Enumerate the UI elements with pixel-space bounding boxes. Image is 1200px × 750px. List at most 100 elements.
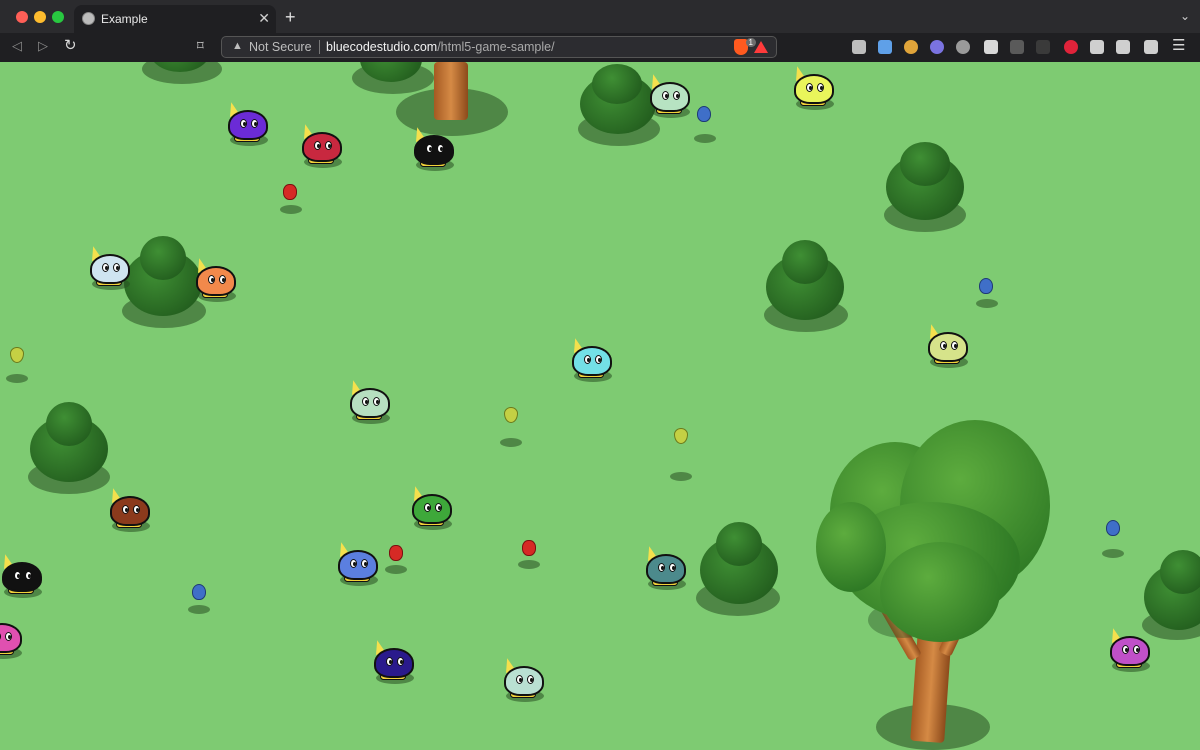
creature-eye bbox=[673, 91, 680, 100]
chevron-down-icon[interactable]: ⌄ bbox=[1180, 9, 1190, 23]
creature[interactable] bbox=[570, 336, 616, 382]
creature[interactable] bbox=[88, 244, 134, 290]
creature[interactable] bbox=[644, 544, 690, 590]
plum[interactable] bbox=[979, 278, 993, 294]
creature-eye bbox=[102, 263, 109, 272]
creature-eye bbox=[940, 341, 947, 350]
browser-tab[interactable]: Example ✕ bbox=[74, 5, 276, 33]
back-icon[interactable]: ◁ bbox=[12, 38, 22, 54]
creature-body bbox=[794, 74, 834, 104]
creature-body bbox=[302, 132, 342, 162]
pear[interactable] bbox=[504, 407, 518, 423]
security-label: Not Secure bbox=[249, 40, 312, 54]
extension-icon[interactable] bbox=[984, 40, 998, 54]
maximize-window-button[interactable] bbox=[52, 11, 64, 23]
reload-icon[interactable]: ↻ bbox=[64, 36, 77, 54]
apple[interactable] bbox=[522, 540, 536, 556]
creature[interactable] bbox=[348, 378, 394, 424]
creature[interactable] bbox=[792, 64, 838, 110]
pear[interactable] bbox=[10, 347, 24, 363]
plum[interactable] bbox=[192, 584, 206, 600]
game-canvas[interactable] bbox=[0, 62, 1200, 750]
creature-body bbox=[228, 110, 268, 140]
creature-eye bbox=[25, 571, 32, 580]
creature-eye bbox=[424, 503, 431, 512]
creature-eye bbox=[219, 275, 226, 284]
fruit-shadow bbox=[280, 205, 302, 214]
creature-body bbox=[650, 82, 690, 112]
creature-eye bbox=[426, 144, 433, 153]
creature-body bbox=[2, 562, 42, 592]
wallet-icon[interactable] bbox=[1144, 40, 1158, 54]
creature-eye bbox=[14, 571, 21, 580]
plum[interactable] bbox=[697, 106, 711, 122]
plum[interactable] bbox=[1106, 520, 1120, 536]
creature-body bbox=[350, 388, 390, 418]
creature-body bbox=[412, 494, 452, 524]
extension-icon[interactable] bbox=[956, 40, 970, 54]
fruit-shadow bbox=[670, 472, 692, 481]
creature-eye bbox=[373, 397, 380, 406]
creature-eye bbox=[122, 505, 129, 514]
creature[interactable] bbox=[226, 100, 272, 146]
creature-body bbox=[414, 135, 454, 165]
menu-icon[interactable]: ☰ bbox=[1172, 36, 1185, 54]
close-window-button[interactable] bbox=[16, 11, 28, 23]
creature-eye bbox=[5, 632, 12, 641]
url-separator bbox=[319, 40, 320, 54]
creature[interactable] bbox=[194, 256, 240, 302]
extension-icon[interactable] bbox=[878, 40, 892, 54]
new-tab-button[interactable]: + bbox=[285, 7, 296, 28]
apple[interactable] bbox=[389, 545, 403, 561]
creature[interactable] bbox=[0, 552, 46, 598]
creature[interactable] bbox=[336, 540, 382, 586]
creature[interactable] bbox=[648, 72, 694, 118]
fruit-shadow bbox=[518, 560, 540, 569]
apple[interactable] bbox=[283, 184, 297, 200]
playlist-icon[interactable] bbox=[1116, 40, 1130, 54]
creature-eye bbox=[658, 563, 665, 572]
creature-body bbox=[374, 648, 414, 678]
creature[interactable] bbox=[502, 656, 548, 702]
forward-icon[interactable]: ▷ bbox=[38, 38, 48, 54]
creature-eye bbox=[133, 505, 140, 514]
creature-body bbox=[196, 266, 236, 296]
extension-icon[interactable] bbox=[1036, 40, 1050, 54]
extension-icon[interactable] bbox=[930, 40, 944, 54]
fruit-shadow bbox=[1102, 549, 1124, 558]
creature-body bbox=[90, 254, 130, 284]
bookmark-icon[interactable]: ⌑ bbox=[197, 38, 204, 54]
creature[interactable] bbox=[108, 486, 154, 532]
creature-eye bbox=[806, 83, 813, 92]
creature[interactable] bbox=[926, 322, 972, 368]
brave-rewards-icon[interactable] bbox=[754, 41, 768, 53]
pear[interactable] bbox=[674, 428, 688, 444]
creature-eye bbox=[516, 675, 523, 684]
creature[interactable] bbox=[372, 638, 418, 684]
creature[interactable] bbox=[410, 484, 456, 530]
creature-body bbox=[110, 496, 150, 526]
browser-title-bar: Example ✕ + ⌄ bbox=[0, 0, 1200, 33]
fruit-shadow bbox=[188, 605, 210, 614]
creature-eye bbox=[361, 559, 368, 568]
extension-icon[interactable] bbox=[904, 40, 918, 54]
creature[interactable] bbox=[1108, 626, 1154, 672]
minimize-window-button[interactable] bbox=[34, 11, 46, 23]
creature[interactable] bbox=[0, 615, 26, 659]
creature-body bbox=[338, 550, 378, 580]
pinterest-icon[interactable] bbox=[1064, 40, 1078, 54]
creature-eye bbox=[669, 563, 676, 572]
creature-eye bbox=[1122, 645, 1129, 654]
creature[interactable] bbox=[412, 125, 458, 171]
bush bbox=[580, 64, 656, 134]
tab-title: Example bbox=[101, 12, 148, 26]
creature-eye bbox=[435, 503, 442, 512]
copy-icon[interactable] bbox=[1010, 40, 1024, 54]
close-tab-icon[interactable]: ✕ bbox=[258, 10, 270, 27]
tree-trunk bbox=[434, 62, 468, 120]
camera-icon[interactable] bbox=[852, 40, 866, 54]
address-bar[interactable]: ▲ Not Secure bluecodestudio.com/html5-ga… bbox=[221, 36, 777, 58]
creature-body bbox=[572, 346, 612, 376]
puzzle-icon[interactable] bbox=[1090, 40, 1104, 54]
creature[interactable] bbox=[300, 122, 346, 168]
